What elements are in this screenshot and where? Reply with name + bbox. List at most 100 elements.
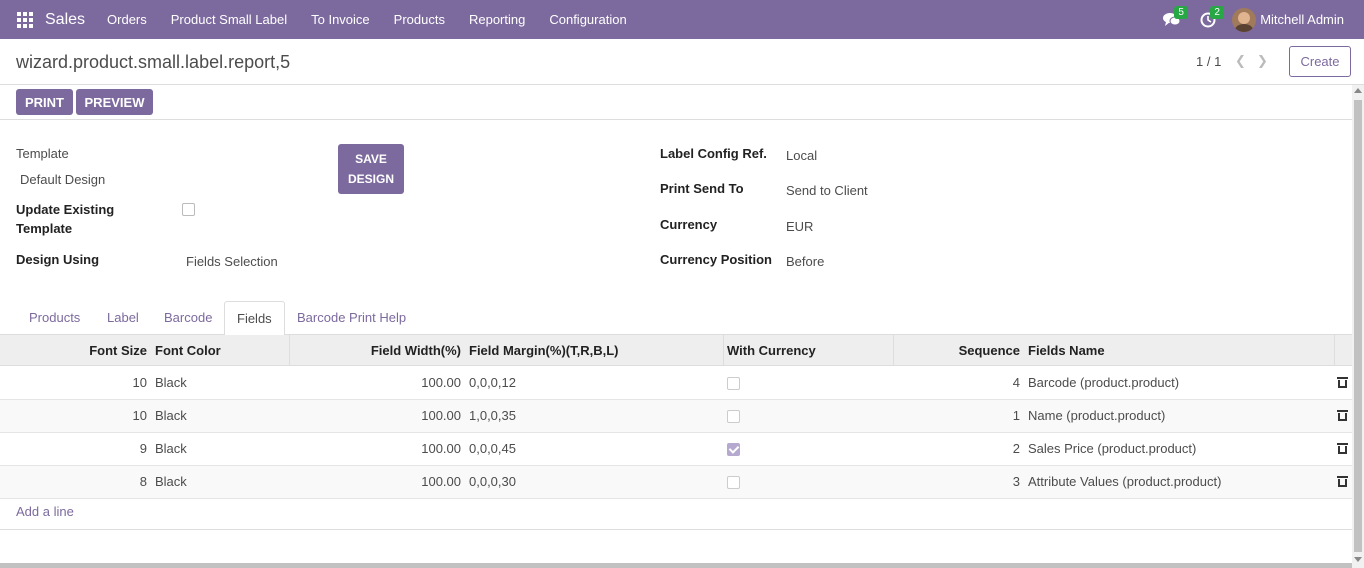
app-brand[interactable]: Sales — [45, 11, 85, 29]
scroll-down-arrow-icon[interactable] — [1354, 557, 1362, 562]
col-field-margin[interactable]: Field Margin(%)(T,R,B,L) — [469, 335, 619, 366]
col-sequence[interactable]: Sequence — [894, 335, 1020, 366]
cell-field-margin: 0,0,0,12 — [469, 375, 516, 390]
save-design-label-line1: SAVE — [355, 152, 387, 166]
cell-field-margin: 0,0,0,45 — [469, 441, 516, 456]
currency-field[interactable]: EUR — [786, 219, 813, 234]
col-with-currency[interactable]: With Currency — [727, 335, 816, 366]
update-existing-label-line1: Update Existing — [16, 202, 115, 217]
update-existing-template-checkbox[interactable] — [182, 203, 195, 216]
col-fields-name[interactable]: Fields Name — [1028, 335, 1105, 366]
column-divider — [723, 335, 724, 366]
table-row[interactable]: 10 Black 100.00 1,0,0,35 1 Name (product… — [0, 400, 1352, 433]
trash-icon[interactable] — [1337, 443, 1348, 454]
cell-font-color: Black — [155, 474, 187, 489]
cell-field-width: 100.00 — [421, 474, 461, 489]
trash-icon[interactable] — [1337, 377, 1348, 388]
print-send-to-label: Print Send To — [660, 181, 744, 196]
notebook-tabs: Products Label Barcode Fields Barcode Pr… — [0, 301, 1352, 336]
messages-count-badge: 5 — [1174, 6, 1189, 19]
cell-font-size: 10 — [132, 375, 147, 390]
cell-fields-name: Barcode (product.product) — [1028, 375, 1180, 390]
cell-sequence: 1 — [1012, 408, 1020, 423]
tab-barcode-print-help[interactable]: Barcode Print Help — [285, 301, 418, 335]
cell-field-width: 100.00 — [421, 441, 461, 456]
pager-value[interactable]: 1 / 1 — [1196, 54, 1221, 69]
pager-next-icon[interactable]: ❯ — [1257, 53, 1268, 69]
cell-field-width: 100.00 — [421, 375, 461, 390]
tab-products[interactable]: Products — [17, 301, 92, 335]
print-button[interactable]: PRINT — [16, 89, 73, 115]
form-view: PRINT PREVIEW Template Default Design SA… — [0, 85, 1352, 568]
cell-field-margin: 0,0,0,30 — [469, 474, 516, 489]
scroll-up-arrow-icon[interactable] — [1354, 88, 1362, 93]
table-divider — [0, 529, 1352, 530]
menu-item-product-small-label[interactable]: Product Small Label — [159, 0, 299, 39]
save-design-label-line2: DESIGN — [347, 172, 394, 186]
cell-fields-name: Attribute Values (product.product) — [1028, 474, 1222, 489]
with-currency-checkbox[interactable] — [727, 443, 740, 456]
tab-barcode[interactable]: Barcode — [152, 301, 224, 335]
col-field-width[interactable]: Field Width(%) — [290, 335, 461, 366]
activities-count-badge: 2 — [1210, 6, 1225, 19]
user-menu[interactable]: Mitchell Admin — [1260, 12, 1344, 27]
trash-icon[interactable] — [1337, 476, 1348, 487]
update-existing-label-line2: Template — [16, 221, 73, 236]
design-using-field[interactable]: Fields Selection — [186, 254, 278, 269]
menu-item-configuration[interactable]: Configuration — [537, 0, 638, 39]
update-existing-template-label: Update Existing Template — [16, 200, 114, 238]
control-panel: wizard.product.small.label.report,5 1 / … — [0, 39, 1364, 85]
cell-field-margin: 1,0,0,35 — [469, 408, 516, 423]
avatar[interactable] — [1232, 7, 1257, 32]
currency-label: Currency — [660, 217, 718, 232]
with-currency-checkbox[interactable] — [727, 476, 740, 489]
table-row[interactable]: 10 Black 100.00 0,0,0,12 4 Barcode (prod… — [0, 367, 1352, 400]
with-currency-checkbox[interactable] — [727, 377, 740, 390]
apps-grid-icon[interactable] — [17, 11, 33, 28]
pager-previous-icon[interactable]: ❮ — [1235, 53, 1246, 69]
tab-fields[interactable]: Fields — [224, 301, 285, 336]
scrollbar-thumb[interactable] — [1354, 100, 1362, 552]
menu-item-reporting[interactable]: Reporting — [457, 0, 537, 39]
label-config-ref-label: Label Config Ref. — [660, 146, 767, 161]
currency-position-field[interactable]: Before — [786, 254, 824, 269]
label-config-ref-field[interactable]: Local — [786, 148, 817, 163]
cell-font-size: 10 — [132, 408, 147, 423]
cell-fields-name: Name (product.product) — [1028, 408, 1166, 423]
template-field[interactable]: Default Design — [20, 172, 105, 187]
print-send-to-field[interactable]: Send to Client — [786, 183, 868, 198]
table-row[interactable]: 8 Black 100.00 0,0,0,30 3 Attribute Valu… — [0, 466, 1352, 499]
trash-icon[interactable] — [1337, 410, 1348, 421]
cell-field-width: 100.00 — [421, 408, 461, 423]
cell-fields-name: Sales Price (product.product) — [1028, 441, 1197, 456]
template-label: Template — [16, 146, 69, 161]
cell-font-color: Black — [155, 441, 187, 456]
cell-font-color: Black — [155, 408, 187, 423]
create-button[interactable]: Create — [1289, 46, 1351, 77]
currency-position-label: Currency Position — [660, 252, 772, 267]
messages-button[interactable]: 5 — [1154, 0, 1190, 39]
add-a-line-link[interactable]: Add a line — [16, 504, 74, 519]
col-font-color[interactable]: Font Color — [155, 335, 221, 366]
cell-sequence: 2 — [1012, 441, 1020, 456]
with-currency-checkbox[interactable] — [727, 410, 740, 423]
col-font-size[interactable]: Font Size — [0, 335, 147, 366]
breadcrumb: wizard.product.small.label.report,5 — [16, 52, 291, 72]
cell-sequence: 3 — [1012, 474, 1020, 489]
vertical-scrollbar[interactable] — [1352, 85, 1364, 568]
table-header: Font Size Font Color Field Width(%) Fiel… — [0, 335, 1352, 366]
preview-button[interactable]: PREVIEW — [76, 89, 153, 115]
activities-button[interactable]: 2 — [1190, 0, 1226, 39]
menu-item-orders[interactable]: Orders — [95, 0, 159, 39]
top-navbar: Sales Orders Product Small Label To Invo… — [0, 0, 1364, 39]
column-divider — [1334, 335, 1335, 366]
menu-item-to-invoice[interactable]: To Invoice — [299, 0, 382, 39]
table-row[interactable]: 9 Black 100.00 0,0,0,45 2 Sales Price (p… — [0, 433, 1352, 466]
cell-font-color: Black — [155, 375, 187, 390]
horizontal-scrollbar[interactable] — [0, 563, 1352, 568]
save-design-button[interactable]: SAVE DESIGN — [338, 144, 404, 194]
cell-font-size: 8 — [139, 474, 147, 489]
form-statusbar: PRINT PREVIEW — [0, 85, 1352, 120]
tab-label[interactable]: Label — [95, 301, 151, 335]
menu-item-products[interactable]: Products — [382, 0, 457, 39]
